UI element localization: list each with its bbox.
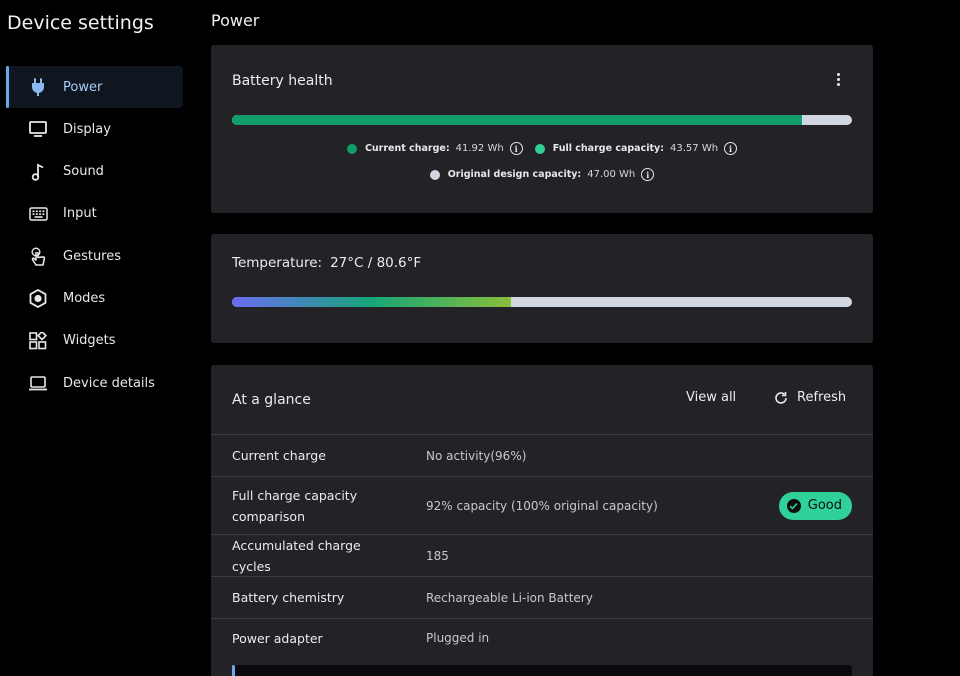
table-row: Accumulated charge cycles 185 bbox=[211, 535, 873, 577]
legend-current-charge: Current charge: 41.92 Wh i bbox=[346, 142, 523, 155]
row-value: Plugged in bbox=[426, 631, 490, 645]
row-key: Power adapter bbox=[232, 630, 323, 646]
row-value: 92% capacity (100% original capacity) bbox=[426, 498, 658, 513]
row-key: Battery chemistry bbox=[232, 590, 345, 605]
plug-icon bbox=[28, 77, 48, 97]
battery-health-title: Battery health bbox=[232, 73, 333, 89]
temperature-value: 27°C / 80.6°F bbox=[330, 255, 422, 271]
row-value: 185 bbox=[426, 548, 449, 563]
sidebar-item-label: Device details bbox=[63, 375, 155, 391]
battery-health-bar-fill bbox=[232, 115, 803, 125]
refresh-label: Refresh bbox=[797, 390, 847, 405]
temperature-bar-fill bbox=[232, 297, 511, 307]
hexagon-icon bbox=[28, 288, 48, 308]
info-icon[interactable]: i bbox=[641, 168, 655, 181]
sidebar-item-sound[interactable]: Sound bbox=[6, 151, 183, 193]
temperature-card: Temperature: 27°C / 80.6°F bbox=[211, 234, 873, 343]
refresh-icon bbox=[775, 391, 787, 404]
sidebar-item-device-details[interactable]: Device details bbox=[6, 362, 183, 404]
widgets-grid-icon bbox=[28, 331, 48, 351]
sidebar-item-input[interactable]: Input bbox=[6, 193, 183, 235]
full-charge-label: Full charge capacity: bbox=[552, 143, 665, 154]
table-row: Power adapter Plugged in bbox=[211, 619, 873, 657]
laptop-icon bbox=[28, 373, 48, 393]
status-badge-label: Good bbox=[807, 498, 842, 513]
sidebar-item-label: Gestures bbox=[63, 248, 122, 264]
sidebar-item-power[interactable]: Power bbox=[6, 66, 183, 108]
design-capacity-dot bbox=[429, 169, 440, 180]
sidebar-item-gestures[interactable]: Gestures bbox=[6, 235, 183, 277]
row-value: Rechargeable Li-ion Battery bbox=[426, 590, 593, 605]
row-key: Full charge capacity comparison bbox=[232, 487, 358, 524]
info-icon[interactable]: i bbox=[509, 142, 523, 155]
table-row: Current charge No activity(96%) bbox=[211, 435, 873, 477]
design-capacity-value: 47.00 Wh bbox=[587, 169, 636, 180]
table-row: Battery chemistry Rechargeable Li-ion Ba… bbox=[211, 577, 873, 619]
at-a-glance-header: At a glance View all Refresh bbox=[211, 365, 873, 435]
page-title: Power bbox=[211, 11, 260, 30]
view-all-button[interactable]: View all bbox=[686, 390, 736, 405]
temperature-row: Temperature: 27°C / 80.6°F bbox=[232, 255, 421, 271]
row-key: Accumulated charge cycles bbox=[232, 537, 361, 574]
legend-design-capacity: Original design capacity: 47.00 Wh i bbox=[429, 168, 655, 181]
at-a-glance-title: At a glance bbox=[232, 392, 311, 408]
sidebar: Power Display Sound Input Gestures Modes bbox=[6, 66, 183, 404]
battery-legend-row-2: Original design capacity: 47.00 Wh i bbox=[211, 168, 873, 181]
status-badge: Good bbox=[778, 491, 852, 520]
temperature-bar bbox=[232, 297, 852, 307]
sidebar-item-label: Sound bbox=[63, 164, 104, 180]
sidebar-item-label: Widgets bbox=[63, 333, 116, 349]
legend-full-charge: Full charge capacity: 43.57 Wh i bbox=[534, 142, 738, 155]
full-charge-value: 43.57 Wh bbox=[670, 143, 719, 154]
check-circle-icon bbox=[786, 498, 801, 513]
current-charge-dot bbox=[346, 143, 357, 154]
touch-hand-icon bbox=[28, 246, 48, 266]
at-a-glance-card: At a glance View all Refresh Current cha… bbox=[211, 365, 873, 676]
sidebar-item-display[interactable]: Display bbox=[6, 108, 183, 150]
row-key: Current charge bbox=[232, 448, 326, 463]
app-title: Device settings bbox=[7, 12, 154, 34]
battery-legend-row-1: Current charge: 41.92 Wh i Full charge c… bbox=[211, 142, 873, 155]
current-charge-value: 41.92 Wh bbox=[455, 143, 504, 154]
sidebar-item-modes[interactable]: Modes bbox=[6, 277, 183, 319]
full-charge-dot bbox=[534, 143, 545, 154]
sidebar-item-label: Input bbox=[63, 206, 97, 222]
row-value: No activity(96%) bbox=[426, 448, 527, 463]
battery-health-bar bbox=[232, 115, 852, 125]
sidebar-item-label: Modes bbox=[63, 290, 106, 306]
refresh-button[interactable]: Refresh bbox=[774, 390, 846, 405]
current-charge-label: Current charge: bbox=[364, 143, 450, 154]
sidebar-item-widgets[interactable]: Widgets bbox=[6, 320, 183, 362]
music-note-icon bbox=[28, 162, 48, 182]
more-options-icon[interactable] bbox=[831, 71, 845, 87]
sidebar-item-label: Power bbox=[63, 79, 103, 95]
temperature-label: Temperature: bbox=[232, 255, 323, 271]
power-adapter-detail-strip bbox=[232, 665, 852, 676]
sidebar-item-label: Display bbox=[63, 121, 111, 137]
keyboard-icon bbox=[28, 204, 48, 224]
info-icon[interactable]: i bbox=[724, 142, 738, 155]
battery-health-card: Battery health Current charge: 41.92 Wh … bbox=[211, 45, 873, 213]
monitor-icon bbox=[28, 119, 48, 139]
design-capacity-label: Original design capacity: bbox=[447, 169, 582, 180]
table-row: Full charge capacity comparison 92% capa… bbox=[211, 477, 873, 535]
